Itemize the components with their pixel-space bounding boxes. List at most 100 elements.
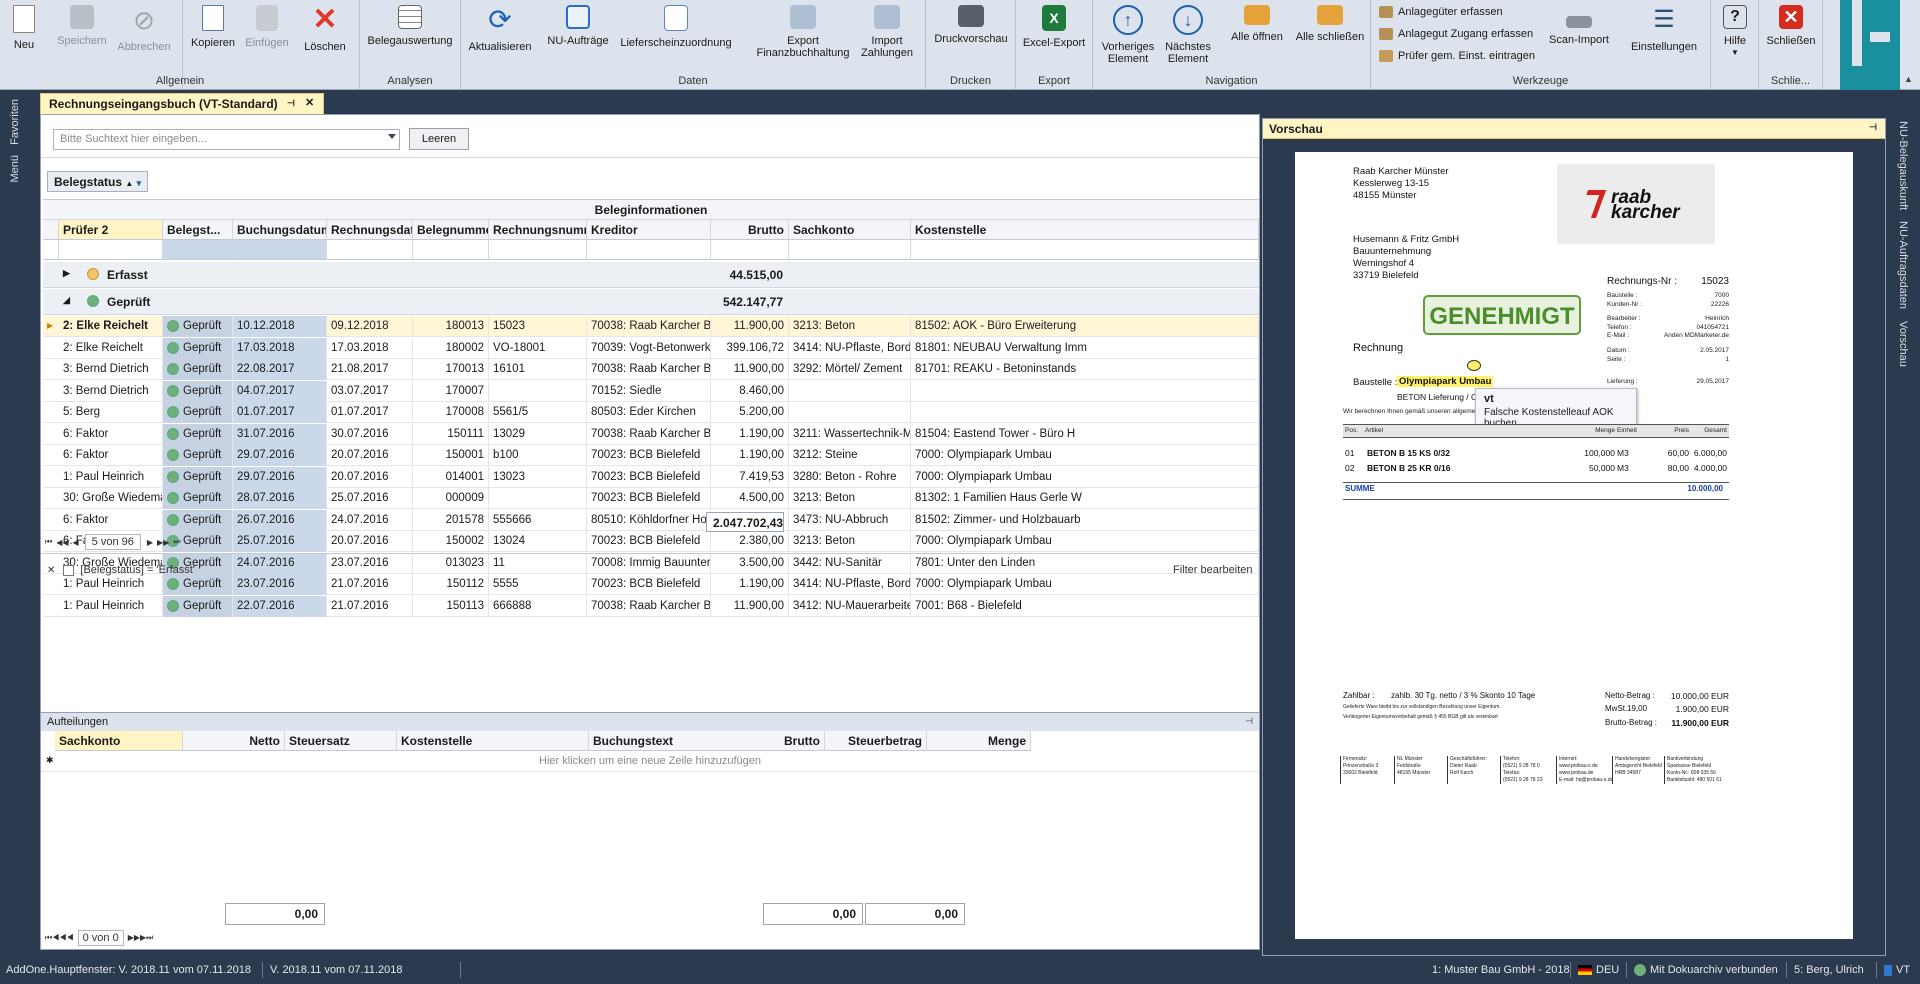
previous-element-button[interactable]: ↑ Vorheriges Element	[1099, 2, 1157, 70]
table-cell[interactable]: 1: Paul Heinrich	[59, 595, 163, 617]
table-cell[interactable]: 2: Elke Reichelt	[59, 316, 163, 337]
table-row[interactable]: ▶ 2: Elke Reichelt Geprüft 10.12.2018 09.12.…	[43, 316, 1259, 337]
column-header[interactable]: Brutto	[711, 220, 789, 240]
export-fibu-button[interactable]: Export Finanzbuchhaltung	[755, 2, 851, 70]
column-header[interactable]: Sachkonto	[55, 731, 183, 751]
status-company[interactable]: 1: Muster Bau GmbH - 2018	[1432, 964, 1570, 976]
sidebar-tab-vorschau[interactable]: Vorschau	[1897, 321, 1909, 367]
sidebar-tab-favoriten[interactable]: Favoriten	[9, 99, 21, 145]
pin-icon[interactable]: ⊣	[1869, 122, 1877, 133]
excel-export-button[interactable]: X Excel-Export	[1018, 2, 1090, 70]
last-page-icon[interactable]: ⏭	[173, 537, 180, 547]
table-row[interactable]: 3: Bernd Dietrich Geprüft 22.08.2017 21.08.…	[43, 359, 1259, 380]
ribbon-collapse-icon[interactable]: ▲	[1904, 74, 1913, 84]
table-row[interactable]: 2: Elke Reichelt Geprüft 17.03.2018 17.03.2…	[43, 337, 1259, 359]
filter-checkbox[interactable]	[63, 564, 75, 576]
table-cell[interactable]: 3: Bernd Dietrich	[59, 359, 163, 380]
close-icon[interactable]: ✕	[305, 96, 314, 109]
filter-cell[interactable]	[327, 240, 413, 260]
edit-filter-link[interactable]: Filter bearbeiten	[1173, 561, 1253, 579]
group-row-geprueft[interactable]: ◢ Geprüft 542.147,77	[43, 289, 1259, 315]
import-zahlungen-button[interactable]: Import Zahlungen	[855, 2, 919, 70]
column-header[interactable]: Belegnummer	[413, 220, 489, 240]
filter-cell[interactable]	[911, 240, 1259, 260]
help-button[interactable]: ? Hilfe ▼	[1715, 2, 1755, 70]
table-row[interactable]: 6: Faktor Geprüft 31.07.2016 30.07.2016 1501…	[43, 423, 1259, 445]
new-button[interactable]: Neu	[4, 2, 44, 70]
status-user[interactable]: 5: Berg, Ulrich	[1794, 964, 1864, 976]
column-header[interactable]: Menge	[927, 731, 1031, 751]
column-header[interactable]: Kreditor	[587, 220, 711, 240]
scan-import-button[interactable]: Scan-Import	[1541, 2, 1617, 70]
table-row[interactable]: 1: Paul Heinrich Geprüft 23.07.2016 21.07.2…	[43, 574, 1259, 595]
anlagegut-zugang-button[interactable]: Anlagegut Zugang erfassen	[1379, 25, 1533, 43]
filter-cell[interactable]	[233, 240, 327, 260]
next-icon[interactable]: ▶	[147, 538, 153, 547]
table-row[interactable]: 1: Paul Heinrich Geprüft 22.07.2016 21.07.2…	[43, 595, 1259, 617]
prev-icon[interactable]: ◀	[73, 538, 79, 547]
table-cell[interactable]: 6: Faktor	[59, 423, 163, 445]
delete-button[interactable]: ✕ Löschen	[299, 2, 351, 70]
tab-rechnungseingangsbuch[interactable]: Rechnungseingangsbuch (VT-Standard) ⊣ ✕	[40, 93, 324, 114]
anlagegueter-button[interactable]: Anlagegüter erfassen	[1379, 3, 1503, 21]
open-all-button[interactable]: Alle öffnen	[1225, 2, 1289, 70]
group-row-erfasst[interactable]: ▶ Erfasst 44.515,00	[43, 262, 1259, 288]
copy-button[interactable]: Kopieren	[189, 2, 237, 70]
pin-icon[interactable]: ⊣	[287, 98, 295, 109]
table-row[interactable]: 5: Berg Geprüft 01.07.2017 01.07.2017 170008…	[43, 402, 1259, 423]
sidebar-tab-menu[interactable]: Menü	[9, 155, 21, 183]
expand-icon[interactable]: ▶	[63, 268, 70, 279]
table-cell[interactable]: 1: Paul Heinrich	[59, 466, 163, 488]
column-header[interactable]: Netto	[183, 731, 285, 751]
sidebar-tab-nu-belegauskunft[interactable]: NU-Belegauskunft	[1897, 121, 1909, 210]
pruefer-button[interactable]: Prüfer gem. Einst. eintragen	[1379, 47, 1535, 65]
dropdown-arrow-icon[interactable]	[388, 134, 396, 139]
table-cell[interactable]: 3: Bernd Dietrich	[59, 380, 163, 402]
new-row[interactable]: ✱ Hier klicken um eine neue Zeile hinzuz…	[41, 751, 1259, 772]
table-cell[interactable]: 6: Faktor	[59, 509, 163, 531]
next-page-icon[interactable]: ▶▶▶⏭	[128, 933, 154, 943]
filter-cell[interactable]	[59, 240, 163, 260]
table-row[interactable]: 6: FaktorGeprüft25.07.201620.07.20161500…	[43, 531, 1259, 552]
cancel-button[interactable]: ⊘ Abbrechen	[114, 2, 174, 70]
table-row[interactable]: 6: Faktor Geprüft 29.07.2016 20.07.2016 1500…	[43, 445, 1259, 466]
search-input[interactable]: Bitte Suchtext hier eingeben...	[53, 129, 400, 150]
next-element-button[interactable]: ↓ Nächstes Element	[1159, 2, 1217, 70]
clear-filter-icon[interactable]: ✕	[47, 565, 55, 576]
filter-cell[interactable]	[413, 240, 489, 260]
column-header[interactable]: Belegst...	[163, 220, 233, 240]
filter-cell[interactable]	[163, 240, 233, 260]
table-cell[interactable]: 2: Elke Reichelt	[59, 337, 163, 359]
column-header[interactable]: Steuersatz	[285, 731, 397, 751]
column-header[interactable]: Rechnungsnummer	[489, 220, 587, 240]
filter-cell[interactable]	[789, 240, 911, 260]
sidebar-tab-nu-auftragsdaten[interactable]: NU-Auftragsdaten	[1897, 221, 1909, 309]
table-row[interactable]: 6: Faktor Geprüft 26.07.2016 24.07.2016 2015…	[43, 509, 1259, 531]
table-row[interactable]: 30: Große WiedemannGeprüft24.07.201623.0…	[43, 552, 1259, 574]
column-header[interactable]: Kostenstelle	[911, 220, 1259, 240]
column-header[interactable]: Rechnungsdatum	[327, 220, 413, 240]
first-page-icon[interactable]: ⏮	[45, 537, 52, 547]
collapse-icon[interactable]: ◢	[63, 295, 70, 306]
column-header[interactable]: Sachkonto	[789, 220, 911, 240]
lieferschein-button[interactable]: Lieferscheinzuordnung	[620, 2, 732, 70]
prev-page-icon[interactable]: ◀◀	[56, 538, 68, 547]
filter-cell[interactable]	[489, 240, 587, 260]
filter-cell[interactable]	[711, 240, 789, 260]
table-row[interactable]: 3: Bernd Dietrich Geprüft 04.07.2017 03.07.…	[43, 380, 1259, 402]
column-header[interactable]: Brutto	[725, 731, 825, 751]
table-row[interactable]: 1: Paul Heinrich Geprüft 29.07.2016 20.07.2…	[43, 466, 1259, 488]
filter-cell[interactable]	[587, 240, 711, 260]
print-preview-button[interactable]: Druckvorschau	[930, 2, 1012, 70]
table-cell[interactable]: 30: Große Wiedemann	[59, 488, 163, 509]
column-header[interactable]: Prüfer 2	[59, 220, 163, 240]
close-button[interactable]: ✕ Schließen	[1763, 2, 1819, 70]
belegauswertung-button[interactable]: Belegauswertung	[364, 2, 456, 70]
comment-icon[interactable]	[1467, 360, 1481, 371]
column-header[interactable]: Buchungsdatum	[233, 220, 327, 240]
nu-auftraege-button[interactable]: NU-Aufträge	[541, 2, 615, 70]
settings-button[interactable]: ☰ Einstellungen	[1625, 2, 1703, 70]
close-all-button[interactable]: Alle schließen	[1293, 2, 1367, 70]
refresh-button[interactable]: ⟳ Aktualisieren	[465, 2, 535, 70]
paste-button[interactable]: Einfügen	[241, 2, 293, 70]
